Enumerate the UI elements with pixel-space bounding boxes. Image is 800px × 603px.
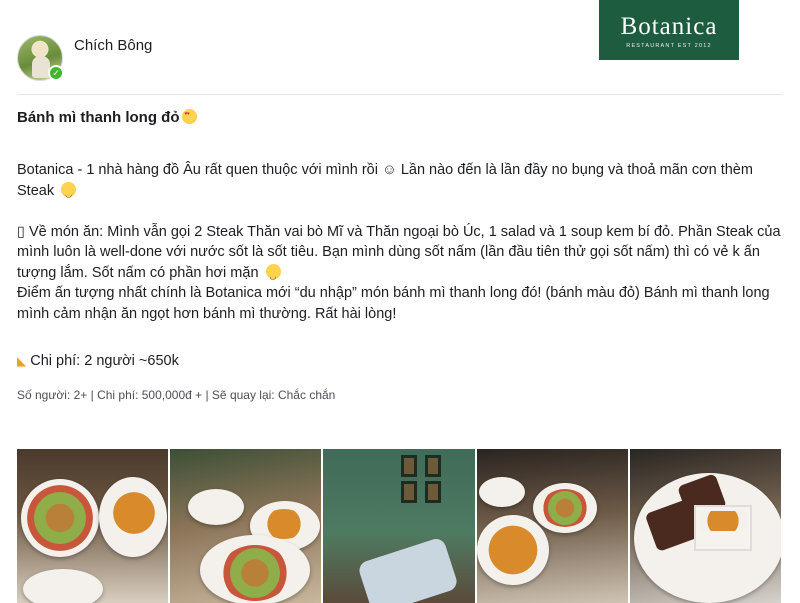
photo-steak-plate[interactable] [629, 449, 782, 603]
divider [17, 94, 783, 95]
cost-line: ◣ Chi phí: 2 người ~650k [17, 353, 179, 369]
photo-soup-and-salad[interactable] [476, 449, 628, 603]
heart-eyes-emoji-icon [182, 109, 198, 124]
post-header: ✓ Chích Bông [17, 35, 152, 81]
paragraph-highlight: Điểm ấn tượng nhất chính là Botanica mới… [17, 285, 770, 322]
botanica-logo: Botanica RESTAURANT EST 2012 [599, 0, 739, 60]
logo-brand: Botanica [620, 13, 718, 40]
author-name[interactable]: Chích Bông [74, 37, 152, 54]
paragraph-food: ▯ Về món ăn: Mình vẫn gọi 2 Steak Thăn v… [17, 222, 787, 288]
laughing-emoji-icon [61, 181, 77, 205]
laughing-emoji-icon [265, 263, 281, 287]
post-title: Bánh mì thanh long đỏ [17, 109, 198, 126]
photo-table-setting[interactable] [170, 449, 322, 603]
photo-restaurant-interior[interactable] [323, 449, 475, 603]
post-title-text: Bánh mì thanh long đỏ [17, 109, 180, 126]
paragraph-intro: Botanica - 1 nhà hàng đồ Âu rất quen thu… [17, 160, 787, 205]
photo-gallery [17, 449, 782, 603]
post-meta: Số người: 2+ | Chi phí: 500,000đ + | Sẽ … [17, 388, 336, 402]
pizza-icon: ◣ [17, 354, 27, 368]
photo-salad-and-soup[interactable] [17, 449, 169, 603]
avatar[interactable]: ✓ [17, 35, 64, 81]
cost-text: Chi phí: 2 người ~650k [30, 353, 179, 369]
verified-check-icon: ✓ [48, 65, 64, 81]
post-body: Botanica - 1 nhà hàng đồ Âu rất quen thu… [17, 160, 787, 324]
logo-tagline: RESTAURANT EST 2012 [626, 43, 712, 49]
